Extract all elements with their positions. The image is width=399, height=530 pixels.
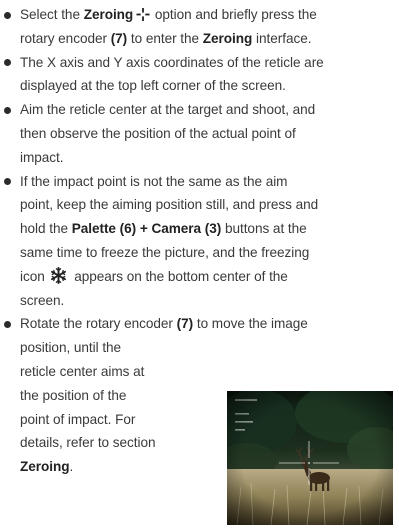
step-5-line: position, until the — [20, 336, 121, 360]
step-text: details, refer to section — [20, 435, 156, 451]
bold-term: (7) — [110, 30, 128, 46]
step-4-line: If the impact point is not the same as t… — [20, 170, 288, 194]
step-text: same time to freeze the picture, and the… — [20, 245, 310, 260]
bullet-icon — [4, 106, 11, 114]
step-5-line: Zeroing. — [20, 455, 73, 479]
zeroing-screen-photo — [227, 391, 393, 525]
step-1-line: rotary encoder (7) to enter the Zeroing … — [20, 27, 312, 51]
step-5-line: the position of the — [20, 384, 126, 408]
step-text: point, keep the aiming position still, a… — [20, 197, 319, 213]
bold-term: Zeroing — [20, 459, 70, 475]
bold-term: (7) — [176, 316, 194, 332]
step-text: buttons at the — [221, 221, 307, 237]
step-text: reticle center aims at — [20, 364, 145, 379]
step-text: to move the image — [193, 316, 308, 332]
bold-term: Palette (6) + Camera (3) — [71, 221, 222, 237]
step-text: Rotate the rotary encoder — [20, 316, 177, 332]
step-text: displayed at the top left corner of the … — [20, 78, 286, 94]
step-5-line: point of impact. For — [20, 408, 135, 432]
step-2-line: displayed at the top left corner of the … — [20, 74, 286, 98]
step-5-line: details, refer to section — [20, 431, 156, 455]
step-text: option and briefly press the — [151, 7, 317, 22]
step-text: impact. — [20, 149, 64, 165]
step-text: then observe the position of the actual … — [20, 126, 296, 141]
step-3-line: Aim the reticle center at the target and… — [20, 98, 315, 122]
step-5-line: Rotate the rotary encoder (7) to move th… — [20, 312, 308, 336]
step-text: The X axis and Y axis coordinates of the… — [20, 54, 324, 70]
bullet-icon — [4, 178, 11, 186]
step-text: position, until the — [20, 340, 122, 356]
step-2-line: The X axis and Y axis coordinates of the… — [20, 51, 324, 75]
step-text: hold the — [20, 221, 72, 237]
step-text: point of impact. For — [20, 411, 136, 427]
step-text: Select the — [20, 7, 84, 22]
step-3-line: impact. — [20, 146, 64, 170]
bullet-icon — [4, 11, 11, 19]
zeroing-icon — [136, 5, 150, 18]
step-text: rotary encoder — [20, 30, 111, 46]
step-text: appears on the bottom center of the — [70, 268, 288, 284]
step-text: icon — [20, 268, 49, 284]
freeze-icon — [50, 267, 67, 284]
step-4-line: hold the Palette (6) + Camera (3) button… — [20, 217, 307, 241]
step-text: screen. — [20, 292, 65, 308]
bullet-icon — [4, 59, 11, 67]
step-5-line: reticle center aims at — [20, 360, 144, 384]
step-text: Aim the reticle center at the target and… — [20, 102, 316, 118]
step-text: interface. — [252, 30, 312, 46]
step-text: If the impact point is not the same as t… — [20, 173, 288, 189]
bold-term: Zeroing — [83, 7, 134, 22]
step-3-line: then observe the position of the actual … — [20, 122, 296, 146]
step-text: . — [69, 459, 74, 475]
step-text: to enter the — [127, 30, 203, 46]
bullet-icon — [4, 320, 11, 328]
bold-term: Zeroing — [202, 30, 253, 46]
step-1-line: Select the Zeroing option and briefly pr… — [20, 3, 317, 27]
step-4-line: screen. — [20, 289, 64, 313]
manual-page: Select the Zeroing option and briefly pr… — [0, 0, 399, 530]
step-text: the position of the — [20, 387, 127, 403]
step-4-line: point, keep the aiming position still, a… — [20, 193, 318, 217]
step-4-line: same time to freeze the picture, and the… — [20, 241, 309, 265]
step-4-line: icon appears on the bottom center of the — [20, 265, 288, 289]
